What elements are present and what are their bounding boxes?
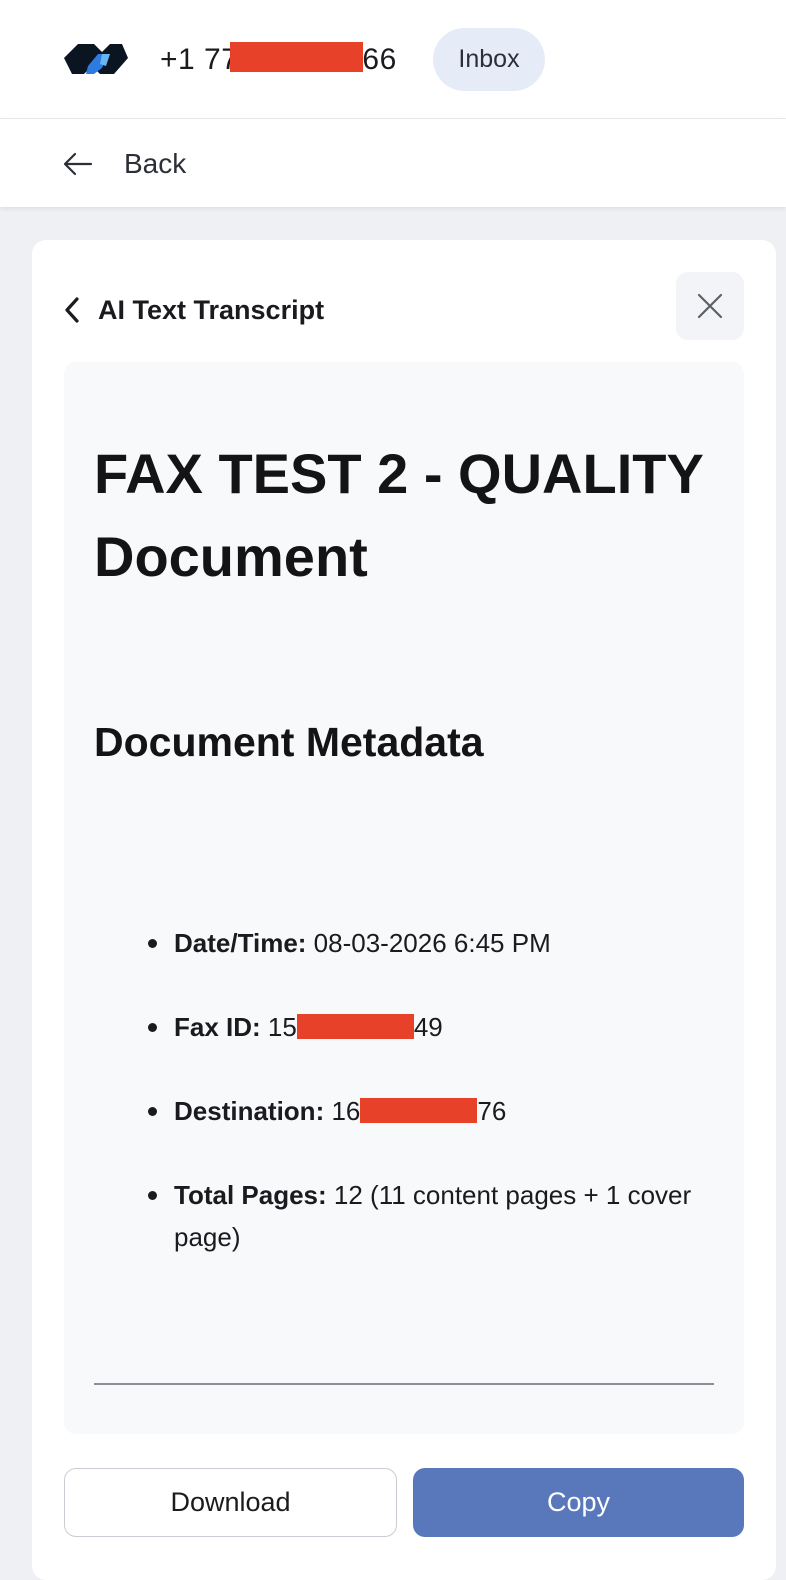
bullet-icon <box>148 1107 157 1116</box>
bullet-icon <box>148 939 157 948</box>
download-button[interactable]: Download <box>64 1468 397 1537</box>
redaction-box <box>296 1014 414 1039</box>
metadata-label: Date/Time: <box>174 928 307 958</box>
horizontal-rule <box>94 1383 714 1385</box>
metadata-item-total-pages: Total Pages: 12 (11 content pages + 1 co… <box>94 1174 714 1258</box>
bullet-icon <box>148 1023 157 1032</box>
phone-number-prefix: +1 77 <box>160 43 239 76</box>
app-logo-icon[interactable] <box>62 40 130 80</box>
bullet-icon <box>148 1191 157 1200</box>
inbox-button[interactable]: Inbox <box>433 28 545 91</box>
metadata-label: Fax ID: <box>174 1012 261 1042</box>
redaction-box <box>360 1098 478 1123</box>
metadata-value: 08-03-2026 6:45 PM <box>306 928 551 958</box>
top-header: +1 77 66 Inbox <box>0 0 786 119</box>
chevron-left-icon[interactable] <box>62 295 82 325</box>
document-panel: FAX TEST 2 - QUALITY Document Document M… <box>64 362 744 1434</box>
document-heading: FAX TEST 2 - QUALITY Document <box>94 442 703 588</box>
transcript-card: AI Text Transcript FAX TEST 2 - QUALITY … <box>32 240 776 1580</box>
metadata-label: Total Pages: <box>174 1180 327 1210</box>
metadata-list: Date/Time: 08-03-2026 6:45 PM Fax ID: 15… <box>94 922 714 1300</box>
metadata-item-datetime: Date/Time: 08-03-2026 6:45 PM <box>94 922 714 964</box>
document-subheading: Document Metadata <box>94 719 484 765</box>
metadata-value-end: 49 <box>413 1012 443 1042</box>
metadata-item-fax-id: Fax ID: 15 49 <box>94 1006 714 1048</box>
metadata-value: 15 <box>260 1012 297 1042</box>
phone-number: +1 77 66 <box>160 41 397 79</box>
transcript-title[interactable]: AI Text Transcript <box>98 292 324 328</box>
metadata-value-end: 76 <box>477 1096 507 1126</box>
metadata-item-destination: Destination: 16 76 <box>94 1090 714 1132</box>
close-icon <box>697 293 723 319</box>
close-button[interactable] <box>676 272 744 340</box>
metadata-value: 16 <box>324 1096 361 1126</box>
redaction-box <box>230 42 364 72</box>
metadata-label: Destination: <box>174 1096 325 1126</box>
phone-number-suffix: 66 <box>362 43 397 76</box>
arrow-left-icon[interactable] <box>62 148 94 180</box>
copy-button[interactable]: Copy <box>413 1468 744 1537</box>
back-bar: Back <box>0 119 786 207</box>
back-link[interactable]: Back <box>124 147 186 181</box>
